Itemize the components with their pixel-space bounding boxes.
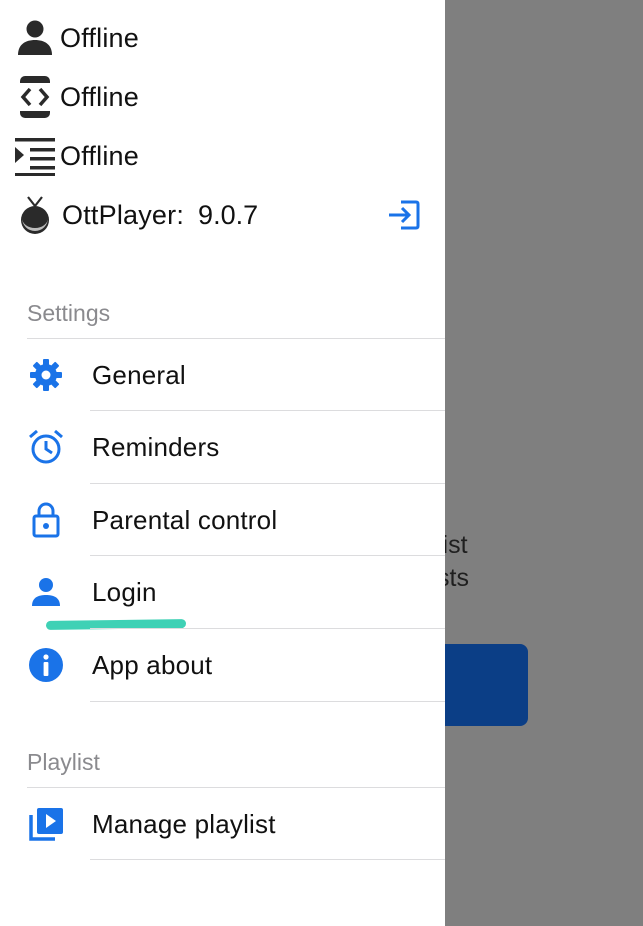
menu-item-label: General: [92, 359, 186, 390]
playlist-play-icon: [0, 788, 92, 860]
exit-icon: [389, 200, 420, 230]
alarm-clock-icon: [0, 411, 92, 483]
settings-section-header: Settings: [27, 300, 111, 326]
person-icon: [0, 556, 92, 628]
info-icon: [0, 629, 92, 701]
playlist-indent-icon: [14, 136, 56, 176]
divider: [90, 859, 445, 860]
playlist-section-header: Playlist: [27, 749, 100, 775]
menu-item-parental-control[interactable]: Parental control: [0, 484, 445, 556]
menu-item-label: Parental control: [92, 504, 278, 535]
user-status-text: Offline: [60, 22, 139, 53]
app-version-row: OttPlayer: 9.0.7: [14, 195, 434, 235]
menu-item-app-about[interactable]: App about: [0, 629, 445, 701]
app-version-text: 9.0.7: [198, 199, 259, 230]
lock-icon: [0, 484, 92, 556]
menu-item-label: Manage playlist: [92, 808, 276, 839]
user-icon: [14, 18, 56, 58]
menu-item-general[interactable]: General: [0, 339, 445, 411]
menu-item-reminders[interactable]: Reminders: [0, 411, 445, 483]
user-status-row: Offline: [14, 18, 139, 58]
menu-item-login[interactable]: Login: [0, 556, 445, 628]
menu-item-label: Reminders: [92, 431, 220, 462]
app-name-text: OttPlayer:: [62, 199, 185, 230]
playlist-status-text: Offline: [60, 140, 139, 171]
navigation-drawer: Offline Offline Offline OttPlayer: 9.0.7…: [0, 0, 445, 926]
menu-item-manage-playlist[interactable]: Manage playlist: [0, 788, 445, 860]
device-status-text: Offline: [60, 81, 139, 112]
playlist-status-row: Offline: [14, 136, 139, 176]
menu-item-label: Login: [92, 576, 157, 607]
device-code-icon: [14, 76, 56, 118]
logout-button[interactable]: [386, 196, 422, 234]
gear-icon: [0, 339, 92, 411]
device-status-row: Offline: [14, 76, 139, 118]
tv-logo-icon: [14, 195, 56, 235]
divider: [90, 701, 445, 702]
menu-item-label: App about: [92, 649, 213, 680]
